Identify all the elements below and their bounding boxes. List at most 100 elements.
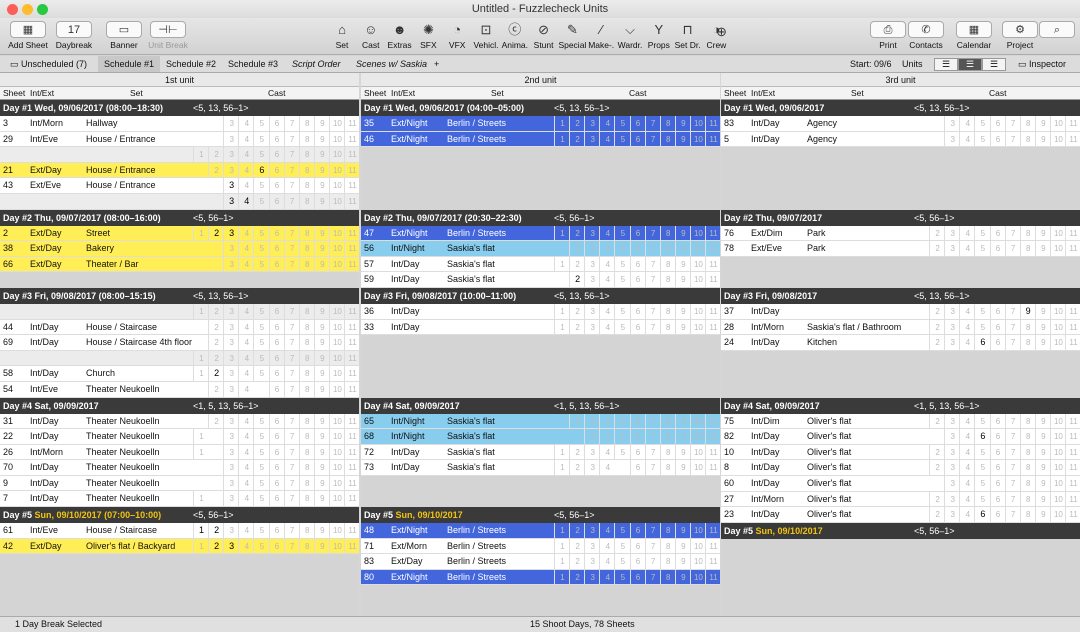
cast-cell[interactable]: 3	[944, 413, 960, 430]
cast-cell[interactable]: 11	[705, 319, 720, 336]
cast-cell[interactable]: 10	[328, 523, 345, 539]
set-button[interactable]: ⌂ Set	[328, 21, 356, 50]
view-grid-button[interactable]: ☰	[982, 58, 1006, 71]
cast-cell[interactable]: 8	[298, 366, 315, 382]
cast-cell[interactable]: 11	[344, 225, 359, 242]
cast-cell[interactable]: 7	[283, 303, 300, 320]
cast-cell[interactable]: 2	[208, 319, 224, 336]
cast-cell[interactable]: 3	[223, 413, 239, 430]
cast-cell[interactable]: 4	[599, 256, 615, 273]
cast-cell[interactable]: 5	[974, 475, 990, 492]
cast-cell[interactable]: 5	[614, 131, 630, 148]
cast-cell[interactable]: 4	[238, 116, 254, 132]
cast-cell[interactable]: 8	[298, 429, 315, 445]
cast-cell[interactable]: 1	[554, 444, 570, 461]
cast-cell[interactable]: 9	[674, 444, 691, 461]
strip-row[interactable]: 80 Ext/Night Berlin / Streets 1 2 3 4 5 6 7 8 9 10 11	[361, 569, 720, 586]
cast-cell[interactable]: 5	[253, 523, 269, 539]
cast-cell[interactable]: 3	[223, 429, 239, 445]
cast-cell[interactable]: 7	[1004, 413, 1021, 430]
calendar-button[interactable]: ▦ Calendar	[954, 21, 994, 50]
cast-cell[interactable]: 7	[1004, 475, 1021, 492]
cast-cell[interactable]: 9	[1034, 303, 1051, 320]
cast-cell[interactable]: 1	[193, 303, 209, 320]
cast-cell[interactable]: 7	[644, 241, 661, 257]
cast-cell[interactable]: 7	[644, 225, 661, 242]
cast-cell[interactable]: 11	[1065, 413, 1080, 430]
cast-cell[interactable]: 4	[599, 116, 615, 132]
cast-cell[interactable]: 3	[223, 147, 239, 163]
cast-cell[interactable]: 11	[344, 147, 359, 163]
cast-cell[interactable]: 2	[569, 272, 585, 288]
cast-cell[interactable]: 3	[584, 303, 600, 320]
cast-cell[interactable]: 9	[313, 366, 330, 382]
cast-cell[interactable]: 9	[313, 303, 330, 320]
cast-cell[interactable]: 2	[569, 569, 585, 586]
cast-cell[interactable]: 9	[674, 319, 691, 336]
view-list-button[interactable]: ☰	[934, 58, 958, 71]
cast-cell[interactable]: 7	[283, 381, 300, 398]
cast-cell[interactable]: 3	[223, 225, 239, 242]
cast-cell[interactable]: 9	[674, 303, 691, 320]
cast-cell[interactable]: 6	[268, 350, 285, 367]
cast-cell[interactable]: 11	[344, 335, 359, 351]
strip-row[interactable]: 5Int/DayAgency1234567891011	[721, 131, 1080, 148]
cast-cell[interactable]: 3	[223, 538, 239, 555]
strip-row[interactable]: 60Int/DayOliver's flat1234567891011	[721, 475, 1080, 492]
cast-cell[interactable]: 5	[253, 178, 269, 194]
cast-cell[interactable]: 6	[989, 413, 1006, 430]
cast-cell[interactable]: 11	[344, 116, 359, 132]
cast-cell[interactable]: 8	[659, 256, 676, 273]
strip-row[interactable]: 26Int/MornTheater Neukoelln1234567891011	[0, 444, 359, 461]
cast-cell[interactable]: 11	[1065, 491, 1080, 508]
cast-cell[interactable]: 3	[223, 444, 239, 461]
cast-cell[interactable]: 8	[298, 319, 315, 336]
cast-cell[interactable]: 6	[629, 569, 646, 586]
cast-cell[interactable]: 3	[223, 256, 239, 273]
day-break-header[interactable]: Day #4 Sat, 09/09/2017 <1, 5, 13, 56–1>	[0, 397, 359, 414]
cast-cell[interactable]: 10	[328, 241, 345, 257]
cast-cell[interactable]: 1	[193, 523, 209, 539]
strip-row[interactable]: 31Int/DayTheater Neukoelln1234567891011	[0, 413, 359, 430]
cast-cell[interactable]: 11	[705, 241, 720, 257]
strip-row[interactable]: 38Ext/DayBakery1234567891011	[0, 241, 359, 257]
cast-cell[interactable]: 10	[328, 335, 345, 351]
cast-cell[interactable]: 2	[929, 319, 945, 336]
cast-cell[interactable]: 8	[659, 460, 676, 476]
cast-cell[interactable]: 3	[944, 116, 960, 132]
cast-cell[interactable]: 11	[1065, 303, 1080, 320]
cast-cell[interactable]: 1	[193, 366, 209, 382]
cast-cell[interactable]: 7	[644, 523, 661, 539]
cast-cell[interactable]: 6	[268, 147, 285, 163]
cast-cell[interactable]: 7	[1004, 319, 1021, 336]
strip-row[interactable]: 33Int/DayOliver's flat / Before123456789…	[361, 319, 720, 336]
cast-cell[interactable]: 3	[584, 413, 600, 430]
cast-cell[interactable]: 4	[238, 429, 254, 445]
cast-cell[interactable]: 10	[1049, 507, 1066, 523]
cast-cell[interactable]: 8	[298, 491, 315, 508]
cast-cell[interactable]: 11	[1065, 225, 1080, 242]
cast-cell[interactable]: 3	[944, 335, 960, 351]
cast-cell[interactable]: 9	[313, 225, 330, 242]
cast-cell[interactable]: 6	[989, 116, 1006, 132]
cast-cell[interactable]: 1	[554, 569, 570, 586]
cast-cell[interactable]: 10	[328, 444, 345, 461]
day-break-header[interactable]: Day #1 Wed, 09/06/2017 (08:00–18:30) <5, …	[0, 100, 359, 116]
add-sheet-button[interactable]: ▦ Add Sheet	[6, 21, 50, 50]
strip-row[interactable]: 69Int/DayHouse / Staircase 4th floor1234…	[0, 335, 359, 351]
cast-cell[interactable]: 5	[974, 460, 990, 476]
cast-cell[interactable]: 6	[268, 162, 285, 179]
cast-cell[interactable]: 8	[659, 444, 676, 461]
cast-cell[interactable]: 10	[689, 116, 706, 132]
cast-cell[interactable]: 4	[238, 147, 254, 163]
cast-cell[interactable]: 6	[629, 303, 646, 320]
cast-cell[interactable]: 2	[569, 538, 585, 555]
cast-cell[interactable]: 4	[959, 429, 975, 445]
cast-cell[interactable]: 4	[599, 272, 615, 288]
cast-cell[interactable]: 11	[1065, 444, 1080, 461]
cast-cell[interactable]: 5	[253, 225, 269, 242]
cast-cell[interactable]: 4	[238, 366, 254, 382]
strip-row[interactable]: 23Int/DayOliver's flat1234667891011	[721, 507, 1080, 523]
cast-cell[interactable]: 10	[1049, 303, 1066, 320]
strip-row[interactable]: 47 Ext/Night Berlin / Streets 1 2 3 4 5 6 7 8 9 10 11	[361, 225, 720, 242]
